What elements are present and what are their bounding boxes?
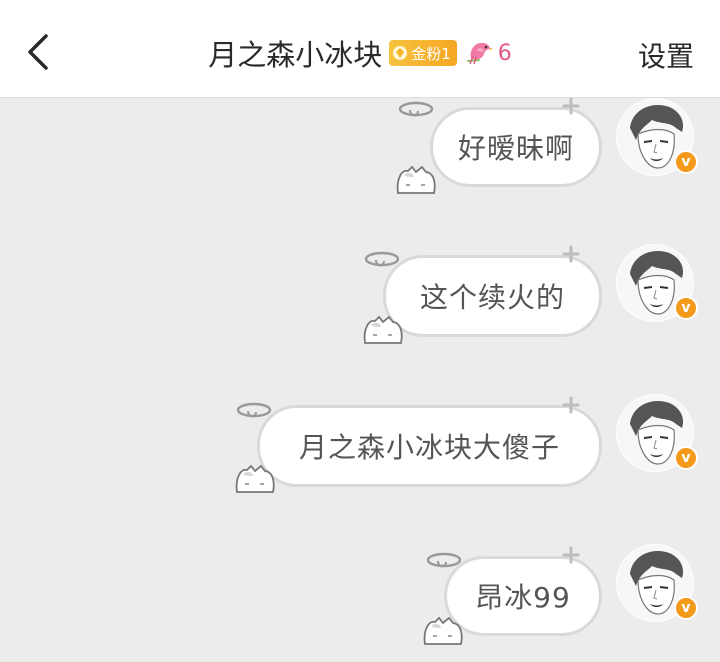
cat-icon bbox=[363, 315, 403, 344]
message-text: 昂冰99 bbox=[475, 581, 571, 614]
bird-icon bbox=[465, 36, 495, 70]
avatar[interactable]: v bbox=[616, 394, 698, 472]
message-bubble[interactable]: 这个续火的 bbox=[383, 255, 602, 337]
halo-icon bbox=[426, 552, 462, 568]
halo-icon bbox=[236, 402, 272, 418]
settings-button[interactable]: 设置 bbox=[638, 35, 694, 75]
chat-title: 月之森小冰块 bbox=[208, 38, 383, 72]
chat-header: 月之森小冰块 金粉1 6 设置 bbox=[0, 0, 720, 98]
fan-badge-label: 金粉1 bbox=[411, 44, 451, 63]
sparkle-icon bbox=[562, 97, 580, 115]
verified-badge: v bbox=[674, 446, 698, 470]
message-text: 这个续火的 bbox=[419, 281, 565, 314]
halo-icon bbox=[398, 101, 434, 117]
message-text: 好暧昧啊 bbox=[457, 132, 574, 165]
message-bubble[interactable]: 月之森小冰块大傻子 bbox=[257, 405, 602, 487]
fan-level: 6 bbox=[497, 40, 512, 66]
sparkle-icon bbox=[562, 546, 580, 564]
verified-badge: v bbox=[674, 596, 698, 620]
verified-badge: v bbox=[674, 150, 698, 174]
cat-icon bbox=[423, 616, 463, 645]
title-group: 月之森小冰块 金粉1 6 bbox=[0, 33, 720, 73]
fan-badge[interactable]: 金粉1 bbox=[389, 40, 457, 66]
verified-badge: v bbox=[674, 296, 698, 320]
halo-icon bbox=[364, 251, 400, 267]
sparkle-icon bbox=[562, 245, 580, 263]
message-text: 月之森小冰块大傻子 bbox=[298, 431, 560, 464]
cat-icon bbox=[235, 464, 275, 493]
message-bubble[interactable]: 昂冰99 bbox=[444, 556, 602, 636]
avatar[interactable]: v bbox=[616, 98, 698, 176]
diamond-icon bbox=[393, 46, 408, 60]
cat-icon bbox=[396, 165, 436, 194]
message-bubble[interactable]: 好暧昧啊 bbox=[430, 107, 602, 187]
sparkle-icon bbox=[562, 396, 580, 414]
avatar[interactable]: v bbox=[616, 544, 698, 622]
avatar[interactable]: v bbox=[616, 244, 698, 322]
